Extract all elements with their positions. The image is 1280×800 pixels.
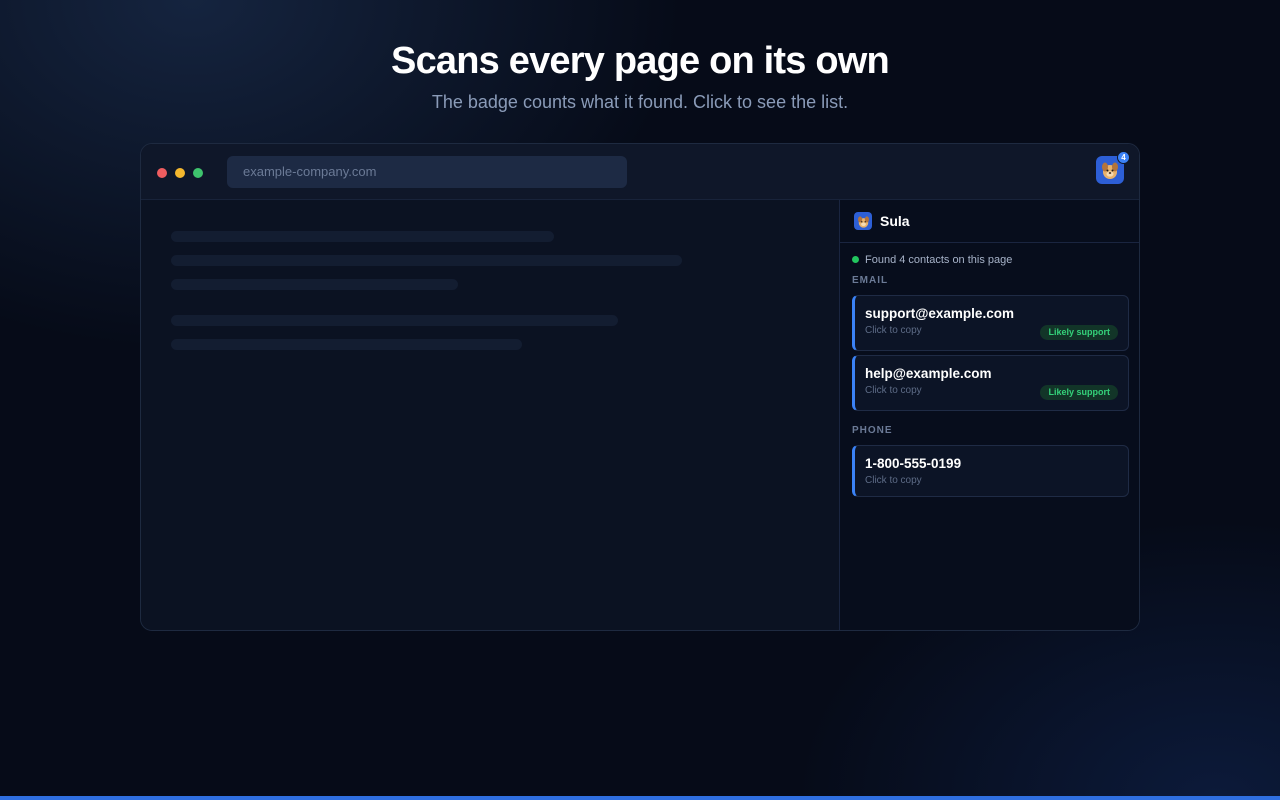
contact-card-email[interactable]: support@example.com Click to copy Likely… [852, 295, 1129, 351]
extension-button[interactable]: 4 [1096, 151, 1130, 184]
section-label-email: EMAIL [852, 275, 889, 286]
browser-toolbar: example-company.com 4 [141, 144, 1139, 200]
hero-subtitle: The badge counts what it found. Click to… [431, 92, 849, 112]
extension-panel: Sula Found 4 contacts on this page EMAIL… [839, 200, 1139, 630]
likely-support-tag: Likely support [1040, 385, 1118, 400]
scan-status: Found 4 contacts on this page [840, 243, 1139, 267]
skeleton-line [171, 315, 618, 326]
skeleton-line [171, 255, 682, 266]
window-minimize-dot[interactable] [175, 168, 185, 178]
status-indicator-dot [852, 256, 859, 263]
contact-value: help@example.com [865, 366, 992, 381]
panel-title: Sula [880, 213, 910, 229]
contact-card-phone[interactable]: 1-800-555-0199 Click to copy [852, 445, 1129, 497]
page-content-placeholder [141, 200, 839, 630]
contact-value: 1-800-555-0199 [865, 456, 962, 471]
window-close-dot[interactable] [157, 168, 167, 178]
section-label-phone: PHONE [852, 425, 893, 436]
contact-card-email[interactable]: help@example.com Click to copy Likely su… [852, 355, 1129, 411]
copy-hint: Click to copy [865, 475, 922, 486]
dog-mascot-icon [1102, 162, 1118, 179]
panel-logo [854, 212, 872, 230]
extension-count-badge: 4 [1117, 151, 1130, 164]
browser-window: example-company.com 4 Sula Found 4 conta… [140, 143, 1140, 631]
skeleton-line [171, 339, 522, 350]
skeleton-line [171, 231, 554, 242]
window-maximize-dot[interactable] [193, 168, 203, 178]
likely-support-tag: Likely support [1040, 325, 1118, 340]
status-text: Found 4 contacts on this page [865, 253, 1013, 266]
skeleton-line [171, 279, 458, 290]
panel-header: Sula [840, 200, 1139, 243]
address-bar[interactable]: example-company.com [227, 156, 627, 188]
bottom-accent-bar [0, 796, 1280, 800]
dog-mascot-icon [857, 215, 869, 228]
hero-title: Scans every page on its own [391, 40, 890, 82]
contact-value: support@example.com [865, 306, 1014, 321]
